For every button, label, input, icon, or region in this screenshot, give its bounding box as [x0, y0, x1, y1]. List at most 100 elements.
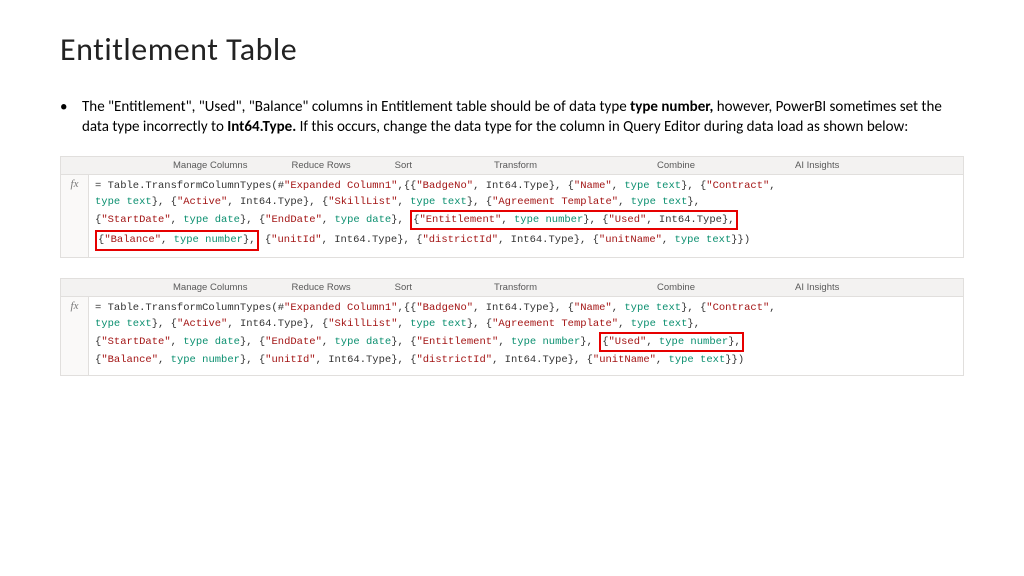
code-token: "StartDate" [101, 336, 170, 348]
bullet-item: • The "Entitlement", "Used", "Balance" c… [60, 97, 964, 138]
code-token: Int64.Type [511, 234, 574, 246]
bullet-b1: type number, [630, 98, 713, 116]
code-token: ,{{ [397, 302, 416, 314]
code-token: type text [410, 196, 467, 208]
code-token: "unitId" [265, 354, 315, 366]
query-editor-screenshot-1: Manage Columns Reduce Rows Sort Transfor… [60, 156, 964, 258]
code-token: "EndDate" [265, 214, 322, 226]
code-token: }, { [574, 234, 599, 246]
bullet-t1: The "Entitlement", "Used", "Balance" col… [82, 98, 630, 116]
bullet-text: The "Entitlement", "Used", "Balance" col… [82, 97, 964, 138]
code-token: type number [171, 354, 240, 366]
code-token: type number [174, 234, 243, 246]
code-token: "Active" [177, 318, 227, 330]
code-token: "Used" [609, 336, 647, 348]
code-token: type text [95, 196, 152, 208]
ribbon-transform: Transform [434, 160, 597, 171]
code-token: }, { [152, 318, 177, 330]
code-token: type text [631, 318, 688, 330]
code-token: "Active" [177, 196, 227, 208]
code-token: type text [95, 318, 152, 330]
code-token: type date [183, 214, 240, 226]
code-token: Int64.Type [334, 234, 397, 246]
code-token: = Table.TransformColumnTypes(# [95, 180, 284, 192]
code-token: type number [514, 214, 583, 226]
slide-title: Entitlement Table [60, 30, 964, 69]
fx-icon: fx [61, 175, 89, 257]
code-token: Int64.Type [505, 354, 568, 366]
ribbon-reduce-rows: Reduce Rows [269, 282, 372, 293]
code-token: "Entitlement" [419, 214, 501, 226]
code-token: type text [624, 180, 681, 192]
code-token: "Expanded Column1" [284, 302, 397, 314]
code-token: }, { [240, 336, 265, 348]
code-token: "Contract" [706, 180, 769, 192]
code-token: }, { [391, 354, 416, 366]
highlight-used-number: {"Used", type number}, [599, 332, 744, 352]
code-token: "BadgeNo" [416, 180, 473, 192]
code-token: type number [511, 336, 580, 348]
code-token: "EndDate" [265, 336, 322, 348]
code-token: "SkillList" [328, 196, 397, 208]
ribbon-ai-insights: AI Insights [755, 282, 879, 293]
code-token: }, { [549, 302, 574, 314]
code-token: Int64.Type [486, 302, 549, 314]
code-token: type date [183, 336, 240, 348]
code-token: type text [675, 234, 732, 246]
ribbon-transform: Transform [434, 282, 597, 293]
code-token: "unitName" [599, 234, 662, 246]
fx-icon: fx [61, 297, 89, 375]
code-token: type number [659, 336, 728, 348]
code-token: }, { [303, 318, 328, 330]
code-token: }, { [467, 196, 492, 208]
highlight-balance: {"Balance", type number}, [95, 230, 259, 250]
code-token: Int64.Type [486, 180, 549, 192]
code-token: = Table.TransformColumnTypes(# [95, 302, 284, 314]
code-token: "Balance" [104, 234, 161, 246]
bullet-t3: If this occurs, change the data type for… [296, 118, 908, 136]
code-token: ,{{ [397, 180, 416, 192]
code-token: "unitId" [271, 234, 321, 246]
code-token: }, { [303, 196, 328, 208]
code-token: }, { [568, 354, 593, 366]
code-token: }, { [240, 214, 265, 226]
code-token: }, { [467, 318, 492, 330]
formula-bar: fx = Table.TransformColumnTypes(#"Expand… [61, 296, 963, 375]
ribbon-combine: Combine [597, 160, 755, 171]
bullet-b2: Int64.Type. [227, 118, 296, 136]
ribbon-manage-columns: Manage Columns [151, 282, 269, 293]
code-token: type text [669, 354, 726, 366]
ribbon-combine: Combine [597, 282, 755, 293]
code-token: "Used" [609, 214, 647, 226]
code-token: type text [624, 302, 681, 314]
bullet-marker: • [60, 97, 82, 138]
code-token: type text [631, 196, 688, 208]
code-token: Int64.Type [240, 318, 303, 330]
code-token: Int64.Type [328, 354, 391, 366]
formula-code-1: = Table.TransformColumnTypes(#"Expanded … [89, 175, 963, 257]
code-token: "Contract" [706, 302, 769, 314]
code-token: }}) [725, 354, 744, 366]
code-token: }, { [681, 302, 706, 314]
code-token: type text [410, 318, 467, 330]
ribbon-tabs: Manage Columns Reduce Rows Sort Transfor… [61, 157, 963, 174]
ribbon-ai-insights: AI Insights [755, 160, 879, 171]
code-token: "Agreement Template" [492, 196, 618, 208]
code-token: }, { [152, 196, 177, 208]
code-token: }, { [397, 234, 422, 246]
code-token: type date [335, 214, 392, 226]
code-token: Int64.Type [659, 214, 722, 226]
code-token: type date [335, 336, 392, 348]
highlight-entitlement-used: {"Entitlement", type number}, {"Used", I… [410, 210, 737, 230]
code-token: "StartDate" [101, 214, 170, 226]
code-token: "Expanded Column1" [284, 180, 397, 192]
code-token: "districtId" [422, 234, 498, 246]
code-token: "districtId" [416, 354, 492, 366]
code-token: "Agreement Template" [492, 318, 618, 330]
ribbon-reduce-rows: Reduce Rows [269, 160, 372, 171]
ribbon-manage-columns: Manage Columns [151, 160, 269, 171]
ribbon-tabs: Manage Columns Reduce Rows Sort Transfor… [61, 279, 963, 296]
code-token: }, { [549, 180, 574, 192]
code-token: }, { [391, 336, 416, 348]
code-token: "SkillList" [328, 318, 397, 330]
